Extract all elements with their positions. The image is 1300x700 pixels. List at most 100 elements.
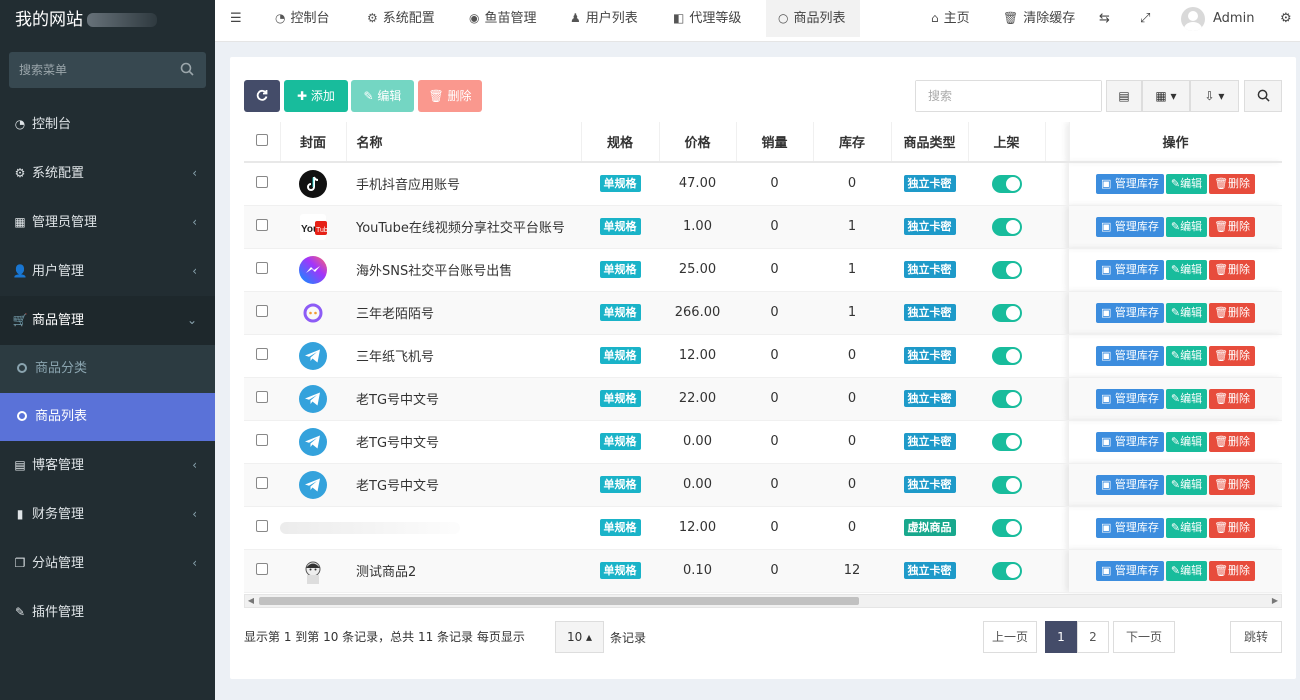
page-2-button[interactable]: 2 — [1077, 621, 1109, 653]
sidebar-item-2[interactable]: ▦ 管理员管理 ‹ — [0, 198, 215, 247]
settings-gear-icon[interactable]: ⚙ — [1280, 0, 1292, 37]
delete-button[interactable]: 🗑 删除 — [418, 80, 482, 112]
row-delete-button[interactable]: 🗑删除 — [1209, 517, 1256, 538]
manage-stock-button[interactable]: ▣ 管理库存 — [1095, 216, 1164, 237]
sidebar-item-5[interactable]: ▤ 博客管理 ‹ — [0, 441, 215, 490]
row-delete-button[interactable]: 🗑删除 — [1209, 259, 1256, 280]
table-row[interactable]: 老TG号中文号 单规格 0.00 0 0 独立卡密 ▣ 管理库存 ✎编辑 🗑删除 — [244, 420, 1282, 464]
table-row[interactable]: 单规格 12.00 0 0 虚拟商品 ▣ 管理库存 ✎编辑 🗑删除 — [244, 506, 1282, 550]
prev-page-button[interactable]: 上一页 — [983, 621, 1037, 653]
jump-button[interactable]: 跳转 — [1230, 621, 1282, 653]
listing-toggle[interactable] — [991, 217, 1022, 236]
menu-search-input[interactable] — [9, 52, 206, 88]
scrollbar-thumb[interactable] — [259, 597, 859, 605]
table-row[interactable]: 三年纸飞机号 单规格 12.00 0 0 独立卡密 ▣ 管理库存 ✎编辑 🗑删除 — [244, 334, 1282, 378]
select-all-checkbox[interactable] — [244, 122, 281, 163]
user-menu[interactable]: Admin — [1181, 0, 1254, 37]
row-delete-button[interactable]: 🗑删除 — [1209, 216, 1256, 237]
add-button[interactable]: ✚ 添加 — [284, 80, 348, 112]
manage-stock-button[interactable]: ▣ 管理库存 — [1095, 345, 1164, 366]
row-delete-button[interactable]: 🗑删除 — [1209, 431, 1256, 452]
listing-toggle[interactable] — [991, 432, 1022, 451]
col-price[interactable]: 价格 — [659, 122, 737, 163]
manage-stock-button[interactable]: ▣ 管理库存 — [1095, 474, 1164, 495]
row-checkbox[interactable] — [244, 420, 280, 464]
next-page-button[interactable]: 下一页 — [1113, 621, 1175, 653]
row-delete-button[interactable]: 🗑删除 — [1209, 560, 1256, 581]
sidebar-item-0[interactable]: ◔ 控制台 — [0, 100, 215, 149]
row-edit-button[interactable]: ✎编辑 — [1165, 259, 1208, 280]
listing-toggle[interactable] — [991, 475, 1022, 494]
page-size-select[interactable]: 10 ▴ — [555, 621, 604, 653]
sidebar-subitem-0[interactable]: 商品分类 — [0, 345, 215, 393]
site-logo[interactable]: 我的网站 — [0, 0, 215, 42]
sidebar-item-3[interactable]: 👤 用户管理 ‹ — [0, 247, 215, 296]
row-edit-button[interactable]: ✎编辑 — [1165, 216, 1208, 237]
refresh-button[interactable] — [244, 80, 280, 112]
col-name[interactable]: 名称 — [346, 122, 582, 163]
toggle-view-button[interactable]: ▤ — [1106, 80, 1142, 112]
row-checkbox[interactable] — [244, 463, 280, 507]
manage-stock-button[interactable]: ▣ 管理库存 — [1095, 517, 1164, 538]
search-icon[interactable] — [180, 62, 194, 76]
listing-toggle[interactable] — [991, 260, 1022, 279]
row-checkbox[interactable] — [244, 506, 280, 550]
tab-1[interactable]: ⚙ 系统配置 — [367, 0, 435, 37]
table-row[interactable]: 海外SNS社交平台账号出售 单规格 25.00 0 1 独立卡密 ▣ 管理库存 ✎编辑 🗑删除 — [244, 248, 1282, 292]
row-checkbox[interactable] — [244, 162, 280, 206]
horizontal-scrollbar[interactable]: ◀ ▶ — [244, 594, 1282, 608]
tab-3[interactable]: ♟ 用户列表 — [570, 0, 638, 37]
row-edit-button[interactable]: ✎编辑 — [1165, 345, 1208, 366]
table-row[interactable]: 三年老陌陌号 单规格 266.00 0 1 独立卡密 ▣ 管理库存 ✎编辑 🗑删除 — [244, 291, 1282, 335]
scroll-right-icon[interactable]: ▶ — [1269, 595, 1281, 607]
sidebar-item-8[interactable]: ✎ 插件管理 — [0, 588, 215, 637]
table-row[interactable]: 测试商品2 单规格 0.10 0 12 独立卡密 ▣ 管理库存 ✎编辑 🗑删除 — [244, 549, 1282, 593]
clear-cache-link[interactable]: 🗑 清除缓存 — [1003, 0, 1075, 37]
row-delete-button[interactable]: 🗑删除 — [1209, 345, 1256, 366]
row-edit-button[interactable]: ✎编辑 — [1165, 388, 1208, 409]
row-edit-button[interactable]: ✎编辑 — [1165, 431, 1208, 452]
manage-stock-button[interactable]: ▣ 管理库存 — [1095, 388, 1164, 409]
row-edit-button[interactable]: ✎编辑 — [1165, 517, 1208, 538]
sidebar-item-1[interactable]: ⚙ 系统配置 ‹ — [0, 149, 215, 198]
listing-toggle[interactable] — [991, 174, 1022, 193]
page-1-button[interactable]: 1 — [1045, 621, 1077, 653]
row-checkbox[interactable] — [244, 291, 280, 335]
search-button[interactable] — [1244, 80, 1282, 112]
tab-2[interactable]: ◉ 鱼苗管理 — [469, 0, 537, 37]
row-edit-button[interactable]: ✎编辑 — [1165, 173, 1208, 194]
edit-button[interactable]: ✎ 编辑 — [351, 80, 414, 112]
row-checkbox[interactable] — [244, 549, 280, 593]
scroll-left-icon[interactable]: ◀ — [245, 595, 257, 607]
manage-stock-button[interactable]: ▣ 管理库存 — [1095, 560, 1164, 581]
sidebar-item-4[interactable]: 🛒 商品管理 ⌄ — [0, 296, 215, 345]
sidebar-item-7[interactable]: ❐ 分站管理 ‹ — [0, 539, 215, 588]
row-checkbox[interactable] — [244, 205, 280, 249]
manage-stock-button[interactable]: ▣ 管理库存 — [1095, 259, 1164, 280]
col-stock[interactable]: 库存 — [813, 122, 892, 163]
row-delete-button[interactable]: 🗑删除 — [1209, 388, 1256, 409]
export-button[interactable]: ⇩ ▾ — [1190, 80, 1239, 112]
table-row[interactable]: YouTubeYouTube在线视频分享社交平台账号 单规格 1.0001 独立卡密 ▣… — [244, 205, 1282, 249]
sidebar-toggle-icon[interactable]: ☰ — [230, 0, 242, 37]
tab-0[interactable]: ◔ 控制台 — [275, 0, 330, 37]
table-search-input[interactable] — [916, 81, 1101, 111]
listing-toggle[interactable] — [991, 346, 1022, 365]
sidebar-subitem-1[interactable]: 商品列表 — [0, 393, 215, 441]
manage-stock-button[interactable]: ▣ 管理库存 — [1095, 302, 1164, 323]
listing-toggle[interactable] — [991, 303, 1022, 322]
tab-4[interactable]: ◧ 代理等级 — [673, 0, 741, 37]
row-edit-button[interactable]: ✎编辑 — [1165, 302, 1208, 323]
manage-stock-button[interactable]: ▣ 管理库存 — [1095, 431, 1164, 452]
fullscreen-icon[interactable]: ⤢ — [1140, 0, 1150, 37]
col-type[interactable]: 商品类型 — [891, 122, 969, 163]
col-spec[interactable]: 规格 — [581, 122, 660, 163]
translate-icon[interactable]: ⇆ — [1099, 0, 1110, 37]
sidebar-item-6[interactable]: ▮ 财务管理 ‹ — [0, 490, 215, 539]
row-checkbox[interactable] — [244, 334, 280, 378]
col-cover[interactable]: 封面 — [280, 122, 347, 163]
col-sales[interactable]: 销量 — [736, 122, 814, 163]
columns-button[interactable]: ▦ ▾ — [1142, 80, 1190, 112]
listing-toggle[interactable] — [991, 561, 1022, 580]
listing-toggle[interactable] — [991, 389, 1022, 408]
